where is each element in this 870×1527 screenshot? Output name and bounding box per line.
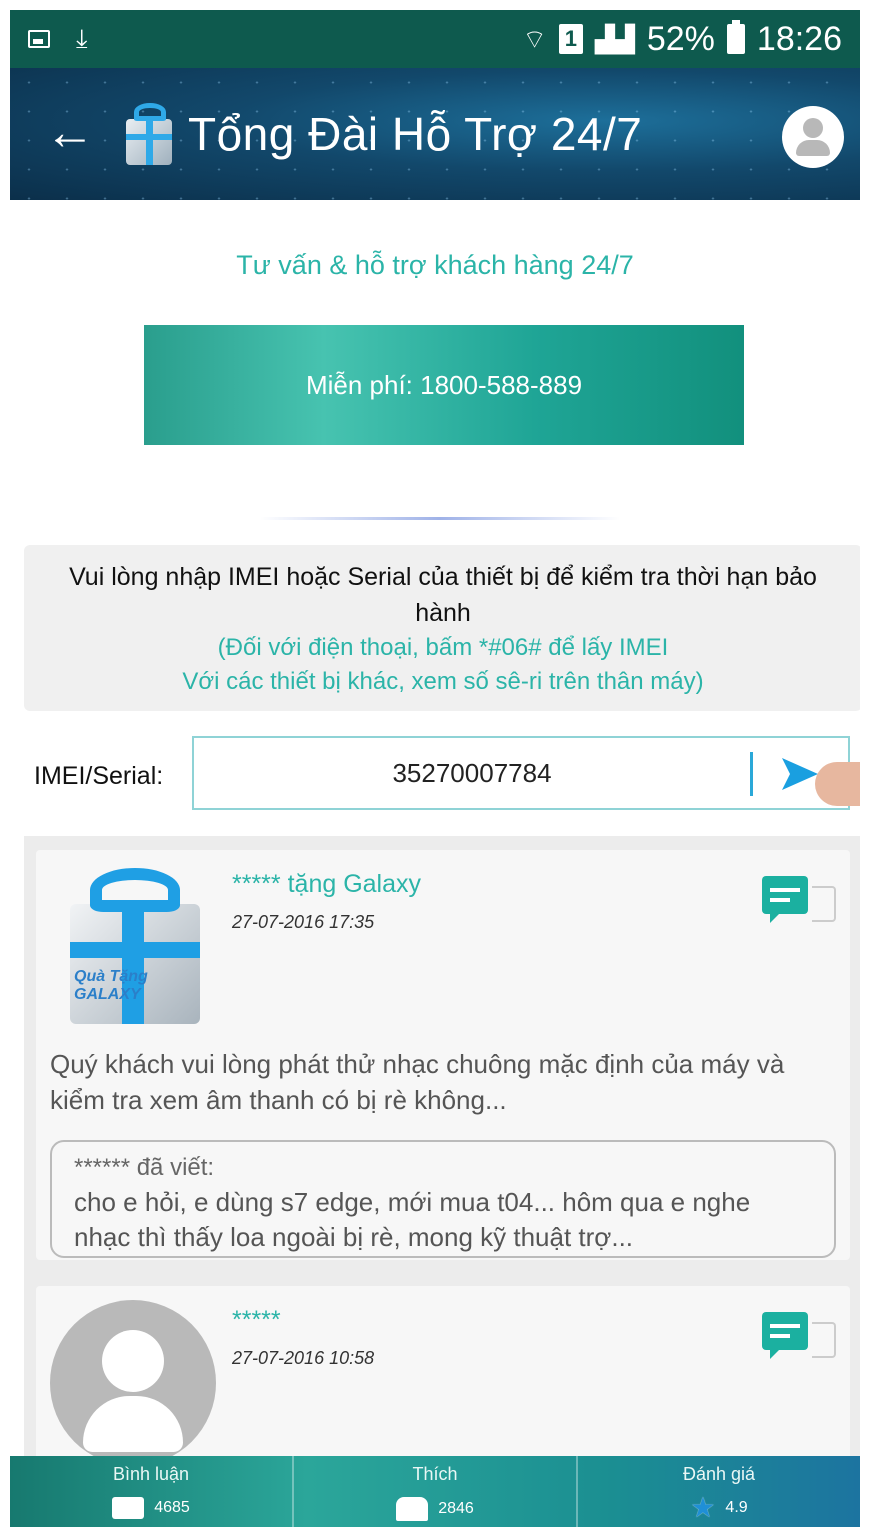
section-divider	[260, 517, 620, 520]
quote-author: ****** đã viết:	[74, 1154, 215, 1181]
rating-value: 4.9	[725, 1499, 748, 1516]
likes-tab[interactable]: Thích 2846	[294, 1456, 578, 1527]
instructions-text: Vui lòng nhập IMEI hoặc Serial của thiết…	[69, 563, 817, 627]
status-bar: ⤓ ⌔ 1 ▟▟ 52% 18:26	[10, 10, 860, 68]
bottom-stats-bar: Bình luận 4685 Thích 2846 Đánh giá ★ 4.9	[10, 1456, 860, 1527]
comments-count: 4685	[154, 1499, 190, 1516]
comment-icon	[112, 1497, 145, 1519]
commenter-name: ***** tặng Galaxy	[232, 870, 422, 898]
imei-hint-line-2: Với các thiết bị khác, xem số sê-ri trên…	[182, 668, 704, 695]
imei-input[interactable]	[194, 738, 750, 808]
comments-label: Bình luận	[112, 1464, 190, 1484]
likes-count: 2846	[438, 1500, 474, 1517]
support-tagline: Tư vấn & hỗ trợ khách hàng 24/7	[236, 250, 634, 280]
download-icon: ⤓	[76, 23, 88, 53]
sim-icon: 1	[558, 24, 583, 54]
reply-icon[interactable]	[762, 1312, 836, 1368]
imei-field	[192, 736, 850, 810]
list-item[interactable]: Quà Tặng GALAXY ***** tặng Galaxy 27-07-2…	[36, 850, 850, 1260]
reply-icon[interactable]	[762, 876, 836, 932]
like-icon	[396, 1497, 429, 1521]
send-icon[interactable]	[780, 754, 820, 794]
likes-label: Thích	[412, 1464, 458, 1484]
imei-hint-line-1: (Đối với điện thoại, bấm *#06# để lấy IM…	[217, 634, 669, 661]
finger-pointer	[815, 762, 860, 806]
signal-icon: ▟▟	[594, 23, 635, 54]
hotline-call-button[interactable]: Miễn phí: 1800-588-889	[144, 325, 744, 445]
rating-tab[interactable]: Đánh giá ★ 4.9	[578, 1456, 860, 1527]
app-screen: ⤓ ⌔ 1 ▟▟ 52% 18:26 ← Tổng Đài Hỗ Trợ 24/…	[10, 10, 860, 1527]
avatar	[50, 1300, 216, 1466]
imei-label: IMEI/Serial:	[34, 762, 164, 790]
user-avatar-icon[interactable]	[782, 106, 844, 168]
quoted-comment: ****** đã viết: cho e hỏi, e dùng s7 edg…	[50, 1140, 836, 1258]
cursor-divider	[750, 752, 753, 796]
clock: 18:26	[756, 19, 842, 58]
comment-date: 27-07-2016 17:35	[232, 912, 375, 932]
imei-instructions: Vui lòng nhập IMEI hoặc Serial của thiết…	[24, 545, 860, 711]
battery-percent: 52%	[646, 19, 715, 58]
battery-icon	[726, 20, 745, 54]
commenter-name: *****	[232, 1306, 281, 1334]
quote-text: cho e hỏi, e dùng s7 edge, mới mua t04..…	[74, 1187, 751, 1252]
gift-avatar-icon: Quà Tặng GALAXY	[52, 864, 218, 1030]
app-header: ← Tổng Đài Hỗ Trợ 24/7	[10, 68, 860, 200]
comments-tab[interactable]: Bình luận 4685	[10, 1456, 294, 1527]
page-title: Tổng Đài Hỗ Trợ 24/7	[188, 108, 643, 160]
gallery-notification-icon	[28, 30, 50, 48]
comment-feed[interactable]: Quà Tặng GALAXY ***** tặng Galaxy 27-07-2…	[24, 836, 860, 1527]
comment-date: 27-07-2016 10:58	[232, 1348, 375, 1368]
rating-label: Đánh giá	[682, 1464, 756, 1484]
reply-text: Quý khách vui lòng phát thử nhạc chuông …	[50, 1049, 785, 1115]
gift-logo-icon	[122, 101, 178, 167]
back-arrow-icon[interactable]: ←	[40, 104, 100, 164]
wifi-icon: ⌔	[522, 23, 547, 54]
star-icon: ★	[690, 1492, 716, 1523]
